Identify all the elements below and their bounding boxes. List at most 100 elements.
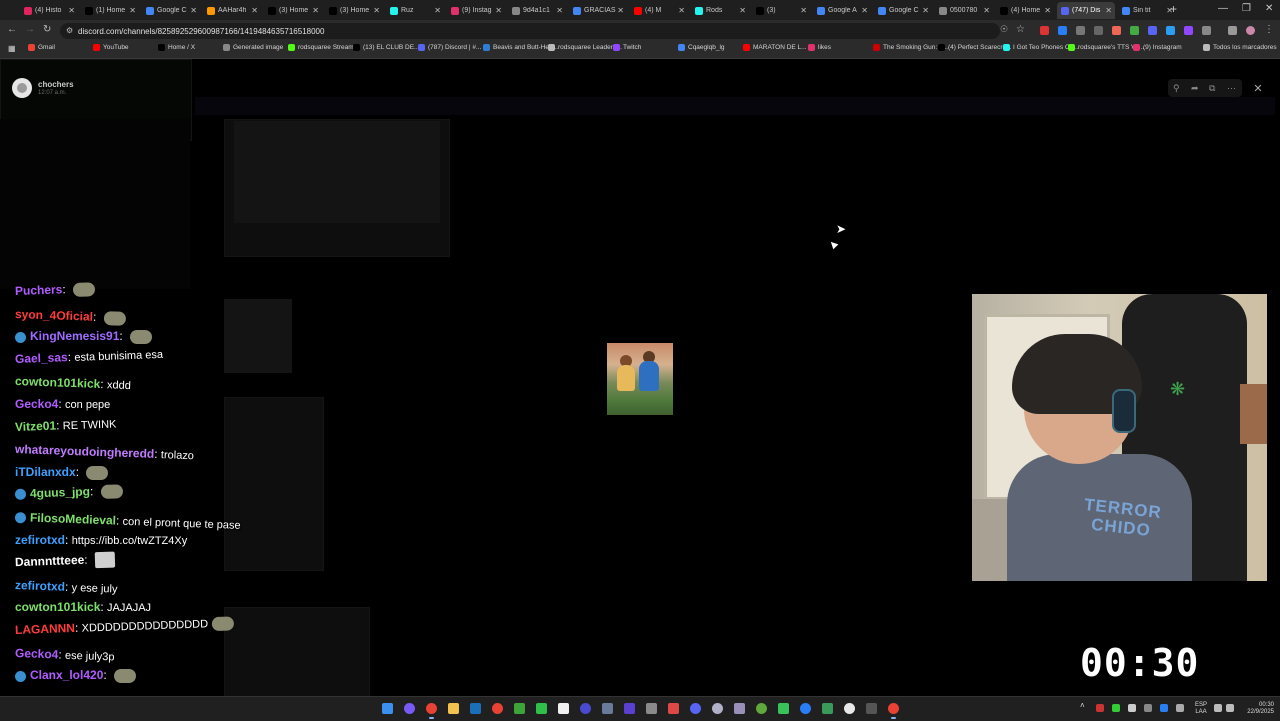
- tab-close-icon[interactable]: ✕: [1044, 6, 1051, 15]
- browser-tab[interactable]: Google C ✕: [874, 2, 932, 19]
- bookmark-star-icon[interactable]: ☆: [1016, 24, 1025, 35]
- extension-icon[interactable]: [1040, 26, 1049, 35]
- bookmark-item[interactable]: The Smoking Gun: P...: [873, 44, 948, 51]
- bookmark-item[interactable]: (787) Discord | #...: [418, 44, 481, 51]
- steam-icon[interactable]: [470, 703, 481, 714]
- browser-tab[interactable]: (4) M ✕: [630, 2, 688, 19]
- volume-icon[interactable]: [1226, 704, 1234, 712]
- zoom-icon[interactable]: ⚲: [1173, 83, 1180, 94]
- avatar[interactable]: [12, 78, 32, 98]
- tab-close-icon[interactable]: ✕: [1105, 6, 1112, 15]
- bookmark-item[interactable]: Beavis and Butt-Hea...: [483, 44, 558, 51]
- app-icon[interactable]: [822, 703, 833, 714]
- browser-tab[interactable]: Ruz ✕: [386, 2, 444, 19]
- extension-icon[interactable]: [1184, 26, 1193, 35]
- browser-tab[interactable]: 0500780 ✕: [935, 2, 993, 19]
- app-icon[interactable]: [646, 703, 657, 714]
- copilot-icon[interactable]: [404, 703, 415, 714]
- apps-grid-icon[interactable]: ▦: [8, 44, 16, 53]
- start-icon[interactable]: [382, 703, 393, 714]
- browser-tab[interactable]: Rods ✕: [691, 2, 749, 19]
- tray-icon[interactable]: [1096, 704, 1104, 712]
- bookmark-item[interactable]: Gmail: [28, 44, 55, 51]
- author-name[interactable]: chochers: [38, 80, 74, 89]
- app-icon[interactable]: [800, 703, 811, 714]
- browser-tab[interactable]: Sin tit ✕: [1118, 2, 1176, 19]
- app-icon[interactable]: [734, 703, 745, 714]
- open-external-icon[interactable]: ⧉: [1209, 83, 1215, 94]
- tab-close-icon[interactable]: ✕: [373, 6, 380, 15]
- window-close-button[interactable]: ✕: [1265, 3, 1273, 14]
- tab-close-icon[interactable]: ✕: [434, 6, 441, 15]
- browser-tab[interactable]: GRACIAS ✕: [569, 2, 627, 19]
- tab-close-icon[interactable]: ✕: [678, 6, 685, 15]
- forward-icon[interactable]: →: [25, 24, 35, 35]
- bookmark-item[interactable]: rodsquaree Leader8...: [548, 44, 622, 51]
- media-icon[interactable]: [580, 703, 591, 714]
- close-viewer-button[interactable]: ✕: [1250, 81, 1266, 97]
- bookmark-item[interactable]: (4) Perfect Scarecro...: [938, 44, 1012, 51]
- back-icon[interactable]: ←: [7, 24, 17, 35]
- reload-icon[interactable]: ↻: [43, 24, 51, 35]
- bookmark-item[interactable]: (13) EL CLUB DE...: [353, 44, 419, 51]
- browser-tab[interactable]: (3) ✕: [752, 2, 810, 19]
- address-bar[interactable]: ⚙ discord.com/channels/82589252960098716…: [60, 23, 1000, 39]
- settings-icon[interactable]: [602, 703, 613, 714]
- tab-close-icon[interactable]: ✕: [800, 6, 807, 15]
- tray-icon[interactable]: [1128, 704, 1136, 712]
- extensions-puzzle-icon[interactable]: [1202, 26, 1211, 35]
- extension-icon[interactable]: [1112, 26, 1121, 35]
- chrome-icon[interactable]: [426, 703, 437, 719]
- extension-icon[interactable]: [1148, 26, 1157, 35]
- tab-close-icon[interactable]: ✕: [251, 6, 258, 15]
- tab-close-icon[interactable]: ✕: [983, 6, 990, 15]
- app-icon[interactable]: [712, 703, 723, 714]
- browser-tab[interactable]: (3) Home ✕: [264, 2, 322, 19]
- terminal-icon[interactable]: [866, 703, 877, 714]
- extension-icon[interactable]: [1058, 26, 1067, 35]
- browser-tab[interactable]: (4) Home ✕: [996, 2, 1054, 19]
- notepad-icon[interactable]: [558, 703, 569, 714]
- tab-close-icon[interactable]: ✕: [739, 6, 746, 15]
- file-explorer-icon[interactable]: [448, 703, 459, 714]
- bookmark-item[interactable]: rodsquaree Stream...: [288, 44, 359, 51]
- extension-icon[interactable]: [1076, 26, 1085, 35]
- minecraft-icon[interactable]: [514, 703, 525, 714]
- bookmark-item[interactable]: Twitch: [613, 44, 641, 51]
- extension-icon[interactable]: [1094, 26, 1103, 35]
- browser-tab[interactable]: (9) Instag ✕: [447, 2, 505, 19]
- browser-tab[interactable]: Google C ✕: [142, 2, 200, 19]
- bookmark-item[interactable]: Generated image: [223, 44, 283, 51]
- tray-icon[interactable]: [1112, 704, 1120, 712]
- app-icon[interactable]: [778, 703, 789, 714]
- chrome-icon[interactable]: [888, 703, 899, 719]
- extension-icon[interactable]: [1130, 26, 1139, 35]
- viewed-image[interactable]: [607, 343, 673, 415]
- downloads-icon[interactable]: [1228, 26, 1237, 35]
- chrome-icon[interactable]: [492, 703, 503, 714]
- bookmark-item[interactable]: Todos los marcadores: [1203, 44, 1277, 51]
- tab-close-icon[interactable]: ✕: [68, 6, 75, 15]
- restore-button[interactable]: ❐: [1242, 3, 1251, 14]
- site-info-icon[interactable]: ⚙: [66, 26, 73, 35]
- eye-off-icon[interactable]: ☉: [1000, 24, 1008, 35]
- browser-tab[interactable]: 9d4a1c1 ✕: [508, 2, 566, 19]
- discord-icon[interactable]: [690, 703, 701, 714]
- tab-close-icon[interactable]: ✕: [922, 6, 929, 15]
- tab-close-icon[interactable]: ✕: [312, 6, 319, 15]
- browser-tab[interactable]: (4) Histo ✕: [20, 2, 78, 19]
- bookmark-item[interactable]: (9) Instagram: [1133, 44, 1182, 51]
- extension-icon[interactable]: [1166, 26, 1175, 35]
- app-icon[interactable]: [536, 703, 547, 714]
- bookmark-item[interactable]: Home / X: [158, 44, 195, 51]
- browser-tab[interactable]: (1) Home ✕: [81, 2, 139, 19]
- bookmark-item[interactable]: MARATON DE L...: [743, 44, 807, 51]
- browser-tab[interactable]: (747) Dis ✕: [1057, 2, 1115, 19]
- profile-avatar[interactable]: [1246, 26, 1255, 35]
- bookmark-item[interactable]: YouTube: [93, 44, 129, 51]
- more-options-icon[interactable]: ⋯: [1227, 83, 1236, 94]
- bluetooth-icon[interactable]: [1160, 704, 1168, 712]
- vegas-icon[interactable]: [624, 703, 635, 714]
- clock[interactable]: 00:30 22/9/2025: [1238, 702, 1274, 716]
- tab-close-icon[interactable]: ✕: [556, 6, 563, 15]
